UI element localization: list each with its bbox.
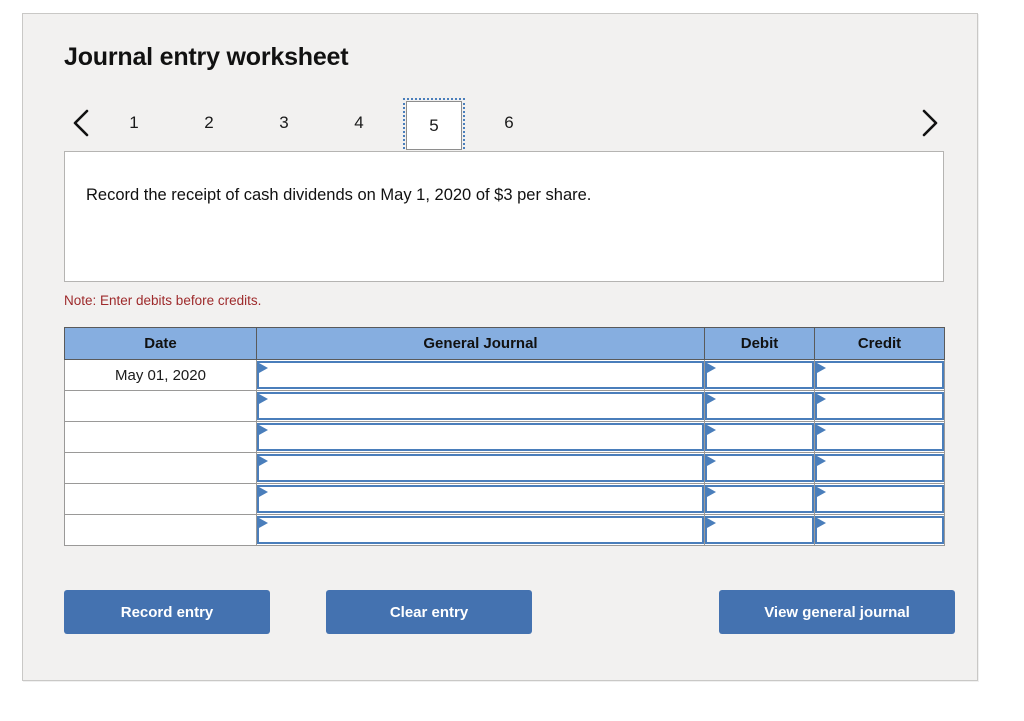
debit-input[interactable]: [705, 516, 814, 544]
record-entry-button[interactable]: Record entry: [64, 590, 270, 634]
page-number-4[interactable]: 4: [331, 104, 387, 142]
dropdown-triangle-icon: [259, 518, 268, 528]
dropdown-triangle-icon: [259, 394, 268, 404]
dropdown-triangle-icon: [259, 487, 268, 497]
debit-input[interactable]: [705, 423, 814, 451]
table-row: [64, 452, 945, 484]
page-title: Journal entry worksheet: [64, 43, 349, 71]
debit-cell: [704, 359, 815, 391]
dropdown-triangle-icon: [817, 487, 826, 497]
debit-input[interactable]: [705, 392, 814, 420]
debit-cell: [704, 452, 815, 484]
credit-cell: [814, 514, 945, 546]
dropdown-triangle-icon: [817, 518, 826, 528]
date-cell[interactable]: May 01, 2020: [64, 359, 257, 391]
dropdown-triangle-icon: [707, 394, 716, 404]
general-journal-cell: [256, 390, 705, 422]
debit-cell: [704, 390, 815, 422]
credit-input[interactable]: [815, 361, 944, 389]
page-number-5[interactable]: 5: [403, 98, 465, 153]
date-cell[interactable]: [64, 390, 257, 422]
general-journal-cell: [256, 359, 705, 391]
debit-cell: [704, 483, 815, 515]
debit-input[interactable]: [705, 454, 814, 482]
debit-input[interactable]: [705, 485, 814, 513]
debit-input[interactable]: [705, 361, 814, 389]
credit-cell: [814, 452, 945, 484]
worksheet-panel: Journal entry worksheet 1 2 3 4 5 6 Reco…: [22, 13, 978, 681]
general-journal-cell: [256, 452, 705, 484]
table-row: [64, 421, 945, 453]
journal-entry-table: Date General Journal Debit Credit May 01…: [64, 327, 945, 546]
general-journal-input[interactable]: [257, 516, 704, 544]
dropdown-triangle-icon: [707, 456, 716, 466]
general-journal-cell: [256, 483, 705, 515]
credit-input[interactable]: [815, 454, 944, 482]
column-header-debit: Debit: [704, 327, 815, 360]
column-header-general-journal: General Journal: [256, 327, 705, 360]
general-journal-input[interactable]: [257, 392, 704, 420]
general-journal-cell: [256, 421, 705, 453]
credit-cell: [814, 483, 945, 515]
dropdown-triangle-icon: [817, 456, 826, 466]
clear-entry-button[interactable]: Clear entry: [326, 590, 532, 634]
chevron-right-icon[interactable]: [916, 106, 942, 140]
dropdown-triangle-icon: [817, 394, 826, 404]
view-general-journal-button[interactable]: View general journal: [719, 590, 955, 634]
table-row: [64, 483, 945, 515]
debit-cell: [704, 514, 815, 546]
general-journal-input[interactable]: [257, 361, 704, 389]
column-header-date: Date: [64, 327, 257, 360]
credit-cell: [814, 359, 945, 391]
credit-input[interactable]: [815, 485, 944, 513]
instruction-box: Record the receipt of cash dividends on …: [64, 151, 944, 282]
date-cell[interactable]: [64, 514, 257, 546]
credit-input[interactable]: [815, 423, 944, 451]
column-header-credit: Credit: [814, 327, 945, 360]
pagination: 1 2 3 4 5 6: [64, 96, 944, 154]
table-row: [64, 514, 945, 546]
page-number-1[interactable]: 1: [106, 104, 162, 142]
dropdown-triangle-icon: [817, 363, 826, 373]
date-cell[interactable]: [64, 452, 257, 484]
general-journal-cell: [256, 514, 705, 546]
dropdown-triangle-icon: [259, 456, 268, 466]
credit-input[interactable]: [815, 516, 944, 544]
dropdown-triangle-icon: [259, 363, 268, 373]
instruction-text: Record the receipt of cash dividends on …: [86, 186, 592, 204]
date-cell[interactable]: [64, 421, 257, 453]
note-text: Note: Enter debits before credits.: [64, 293, 262, 308]
table-row: [64, 390, 945, 422]
general-journal-input[interactable]: [257, 485, 704, 513]
chevron-left-icon[interactable]: [68, 106, 94, 140]
credit-cell: [814, 390, 945, 422]
dropdown-triangle-icon: [707, 363, 716, 373]
dropdown-triangle-icon: [707, 487, 716, 497]
credit-cell: [814, 421, 945, 453]
dropdown-triangle-icon: [259, 425, 268, 435]
page-number-6[interactable]: 6: [481, 104, 537, 142]
dropdown-triangle-icon: [817, 425, 826, 435]
table-row: May 01, 2020: [64, 359, 945, 391]
table-header-row: Date General Journal Debit Credit: [64, 327, 945, 360]
debit-cell: [704, 421, 815, 453]
date-cell[interactable]: [64, 483, 257, 515]
page-number-3[interactable]: 3: [256, 104, 312, 142]
general-journal-input[interactable]: [257, 423, 704, 451]
general-journal-input[interactable]: [257, 454, 704, 482]
dropdown-triangle-icon: [707, 518, 716, 528]
page-number-2[interactable]: 2: [181, 104, 237, 142]
dropdown-triangle-icon: [707, 425, 716, 435]
credit-input[interactable]: [815, 392, 944, 420]
